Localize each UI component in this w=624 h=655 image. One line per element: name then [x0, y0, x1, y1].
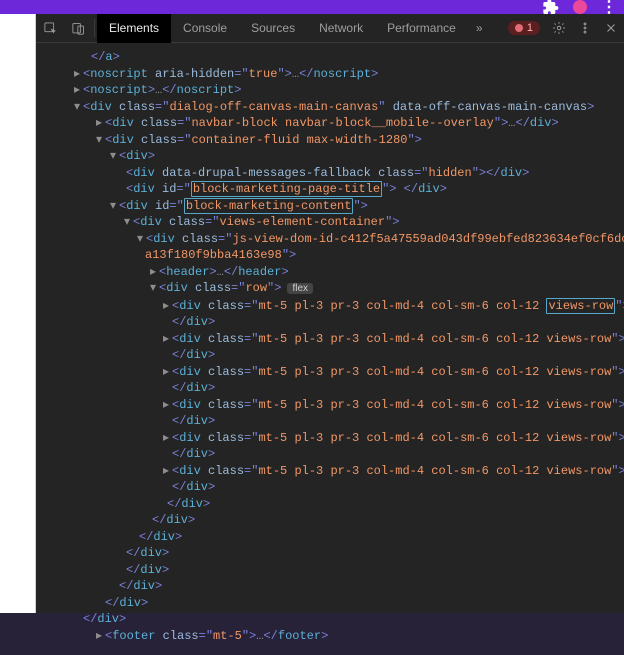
- dom-node[interactable]: a13f180f9bba4163e98">: [42, 247, 618, 264]
- dom-node[interactable]: ▾<div class="dialog-off-canvas-main-canv…: [42, 99, 618, 116]
- dom-node[interactable]: </div>: [42, 380, 618, 397]
- expand-arrow-icon[interactable]: ▸: [163, 364, 172, 381]
- expand-arrow-icon[interactable]: ▸: [163, 397, 172, 414]
- dom-tree[interactable]: </a>▸<noscript aria-hidden="true">…</nos…: [36, 43, 624, 654]
- expand-arrow-icon[interactable]: ▾: [110, 198, 119, 215]
- dom-node[interactable]: </div>: [42, 314, 618, 331]
- dom-node[interactable]: ▾<div class="row">flex: [42, 280, 618, 298]
- dom-node[interactable]: </div>: [42, 545, 618, 562]
- extension-badge[interactable]: [573, 0, 587, 14]
- dom-node[interactable]: ▸<header>…</header>: [42, 264, 618, 281]
- tab-network[interactable]: Network: [307, 14, 375, 43]
- expand-arrow-icon[interactable]: ▸: [163, 463, 172, 480]
- devtools-toolbar: Elements Console Sources Network Perform…: [36, 14, 624, 43]
- dom-node[interactable]: </div>: [42, 529, 618, 546]
- dom-node[interactable]: <div data-drupal-messages-fallback class…: [42, 165, 618, 182]
- expand-arrow-icon[interactable]: ▸: [96, 115, 105, 132]
- error-count-pill[interactable]: 1: [508, 21, 540, 35]
- dom-node[interactable]: ▸<div class="mt-5 pl-3 pr-3 col-md-4 col…: [42, 430, 618, 447]
- dom-node[interactable]: <div id="block-marketing-page-title"> </…: [42, 181, 618, 198]
- dom-node[interactable]: ▾<div class="js-view-dom-id-c412f5a47559…: [42, 231, 618, 248]
- expand-arrow-icon[interactable]: ▾: [137, 231, 146, 248]
- dom-node[interactable]: ▸<div class="mt-5 pl-3 pr-3 col-md-4 col…: [42, 298, 618, 315]
- inspect-icon[interactable]: [36, 14, 64, 42]
- page-gutter: [0, 14, 36, 613]
- dom-node[interactable]: ▾<div class="container-fluid max-width-1…: [42, 132, 618, 149]
- close-icon[interactable]: [598, 14, 624, 42]
- dom-node[interactable]: </div>: [42, 562, 618, 579]
- expand-arrow-icon[interactable]: ▸: [150, 264, 159, 281]
- tabs-overflow-icon[interactable]: »: [468, 21, 491, 35]
- devtools-panel: Elements Console Sources Network Perform…: [36, 14, 624, 613]
- tab-elements[interactable]: Elements: [97, 14, 171, 43]
- dom-node[interactable]: </div>: [42, 413, 618, 430]
- dom-node[interactable]: </div>: [42, 611, 618, 628]
- expand-arrow-icon[interactable]: ▸: [74, 82, 83, 99]
- dom-node[interactable]: ▸<div class="mt-5 pl-3 pr-3 col-md-4 col…: [42, 331, 618, 348]
- tab-console[interactable]: Console: [171, 14, 239, 43]
- dom-node[interactable]: </a>: [42, 49, 618, 66]
- dom-node[interactable]: ▾<div class="views-element-container">: [42, 214, 618, 231]
- dom-node[interactable]: </div>: [42, 446, 618, 463]
- dom-node[interactable]: </div>: [42, 595, 618, 612]
- error-count: 1: [527, 22, 533, 34]
- more-icon[interactable]: [572, 14, 598, 42]
- device-toggle-icon[interactable]: [64, 14, 92, 42]
- expand-arrow-icon[interactable]: ▸: [74, 66, 83, 83]
- tab-sources[interactable]: Sources: [239, 14, 307, 43]
- dom-node[interactable]: </div>: [42, 578, 618, 595]
- error-dot-icon: [515, 24, 523, 32]
- dom-node[interactable]: ▸<div class="mt-5 pl-3 pr-3 col-md-4 col…: [42, 463, 618, 480]
- dom-node[interactable]: </div>: [42, 496, 618, 513]
- extensions-icon[interactable]: [543, 0, 559, 15]
- dom-node[interactable]: ▸<div class="mt-5 pl-3 pr-3 col-md-4 col…: [42, 397, 618, 414]
- tab-performance[interactable]: Performance: [375, 14, 468, 43]
- expand-arrow-icon[interactable]: ▾: [124, 214, 133, 231]
- dom-node[interactable]: ▸<div class="navbar-block navbar-block__…: [42, 115, 618, 132]
- expand-arrow-icon[interactable]: ▸: [96, 628, 105, 645]
- expand-arrow-icon[interactable]: ▸: [163, 298, 172, 315]
- gear-icon[interactable]: [546, 14, 572, 42]
- dom-node[interactable]: ▾<div>: [42, 148, 618, 165]
- expand-arrow-icon[interactable]: ▸: [163, 331, 172, 348]
- dom-node[interactable]: </div>: [42, 347, 618, 364]
- expand-arrow-icon[interactable]: ▾: [110, 148, 119, 165]
- dom-node[interactable]: ▸<footer class="mt-5">…</footer>: [42, 628, 618, 645]
- expand-arrow-icon[interactable]: ▾: [150, 280, 159, 297]
- browser-titlebar: ⋮: [0, 0, 624, 14]
- expand-arrow-icon[interactable]: ▸: [163, 430, 172, 447]
- dom-node[interactable]: ▸<noscript aria-hidden="true">…</noscrip…: [42, 66, 618, 83]
- dom-node[interactable]: ▸<noscript>…</noscript>: [42, 82, 618, 99]
- expand-arrow-icon[interactable]: ▾: [74, 99, 83, 116]
- dom-node[interactable]: </div>: [42, 512, 618, 529]
- dom-node[interactable]: ▾<div id="block-marketing-content">: [42, 198, 618, 215]
- expand-arrow-icon[interactable]: ▾: [96, 132, 105, 149]
- dom-node[interactable]: </div>: [42, 479, 618, 496]
- dom-node[interactable]: ▸<div class="mt-5 pl-3 pr-3 col-md-4 col…: [42, 364, 618, 381]
